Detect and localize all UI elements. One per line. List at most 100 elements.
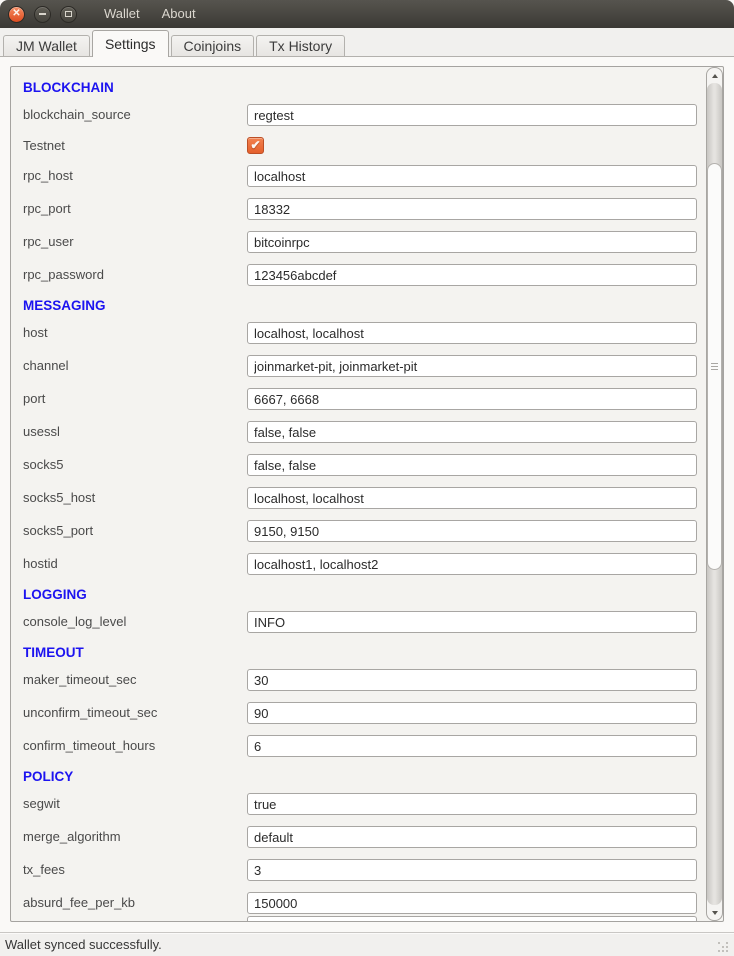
section-header-messaging: MESSAGING: [23, 297, 705, 314]
section-header-timeout: TIMEOUT: [23, 644, 705, 661]
window-controls: ✕: [8, 6, 86, 23]
field-label-tx_fees: tx_fees: [23, 859, 247, 881]
input-absurd_fee_per_kb[interactable]: [247, 892, 697, 914]
field-row-testnet: Testnet✔: [23, 137, 705, 154]
input-socks5_host[interactable]: [247, 487, 697, 509]
field-row-unconfirm_timeout_sec: unconfirm_timeout_sec: [23, 702, 705, 724]
partial-input-sliver: [247, 916, 697, 922]
menu-wallet[interactable]: Wallet: [104, 0, 140, 28]
field-label-port: port: [23, 388, 247, 410]
scrollbar-track[interactable]: [707, 83, 722, 905]
field-row-merge_algorithm: merge_algorithm: [23, 826, 705, 848]
field-row-usessl: usessl: [23, 421, 705, 443]
section-header-logging: LOGGING: [23, 586, 705, 603]
field-label-maker_timeout_sec: maker_timeout_sec: [23, 669, 247, 691]
field-row-rpc_user: rpc_user: [23, 231, 705, 253]
field-label-rpc_user: rpc_user: [23, 231, 247, 253]
input-hostid[interactable]: [247, 553, 697, 575]
titlebar: ✕ Wallet About: [0, 0, 734, 28]
field-row-segwit: segwit: [23, 793, 705, 815]
field-row-maker_timeout_sec: maker_timeout_sec: [23, 669, 705, 691]
minimize-button[interactable]: [34, 6, 51, 23]
field-label-usessl: usessl: [23, 421, 247, 443]
input-merge_algorithm[interactable]: [247, 826, 697, 848]
minimize-icon: [39, 13, 46, 15]
field-label-rpc_port: rpc_port: [23, 198, 247, 220]
arrow-down-icon: [712, 911, 718, 915]
input-blockchain_source[interactable]: [247, 104, 697, 126]
field-label-confirm_timeout_hours: confirm_timeout_hours: [23, 735, 247, 757]
field-row-tx_fees: tx_fees: [23, 859, 705, 881]
field-label-merge_algorithm: merge_algorithm: [23, 826, 247, 848]
field-row-rpc_host: rpc_host: [23, 165, 705, 187]
field-row-socks5: socks5: [23, 454, 705, 476]
section-header-blockchain: BLOCKCHAIN: [23, 79, 705, 96]
input-rpc_password[interactable]: [247, 264, 697, 286]
field-label-socks5_port: socks5_port: [23, 520, 247, 542]
field-row-rpc_port: rpc_port: [23, 198, 705, 220]
settings-form: BLOCKCHAIN blockchain_source Testnet✔ rpc_h…: [11, 67, 705, 921]
scroll-down-button[interactable]: [707, 905, 722, 920]
input-console_log_level[interactable]: [247, 611, 697, 633]
tab-bar: JM Wallet Settings Coinjoins Tx History: [0, 28, 734, 57]
scroll-up-button[interactable]: [707, 68, 722, 83]
scrollbar-thumb[interactable]: [707, 163, 722, 570]
input-port[interactable]: [247, 388, 697, 410]
input-socks5[interactable]: [247, 454, 697, 476]
input-socks5_port[interactable]: [247, 520, 697, 542]
field-row-channel: channel: [23, 355, 705, 377]
input-usessl[interactable]: [247, 421, 697, 443]
checkmark-icon: ✔: [250, 139, 260, 151]
field-label-rpc_password: rpc_password: [23, 264, 247, 286]
maximize-icon: [65, 11, 72, 17]
close-button[interactable]: ✕: [8, 6, 25, 23]
tab-settings[interactable]: Settings: [92, 30, 169, 57]
field-label-unconfirm_timeout_sec: unconfirm_timeout_sec: [23, 702, 247, 724]
field-row-socks5_port: socks5_port: [23, 520, 705, 542]
field-row-port: port: [23, 388, 705, 410]
field-row-hostid: hostid: [23, 553, 705, 575]
field-label-socks5_host: socks5_host: [23, 487, 247, 509]
checkbox-testnet[interactable]: ✔: [247, 137, 264, 154]
input-confirm_timeout_hours[interactable]: [247, 735, 697, 757]
field-label-testnet: Testnet: [23, 137, 247, 154]
resize-grip-icon[interactable]: [718, 942, 720, 944]
input-unconfirm_timeout_sec[interactable]: [247, 702, 697, 724]
maximize-button[interactable]: [60, 6, 77, 23]
field-row-absurd_fee_per_kb: absurd_fee_per_kb: [23, 892, 705, 914]
field-label-hostid: hostid: [23, 553, 247, 575]
field-label-console_log_level: console_log_level: [23, 611, 247, 633]
settings-scroll-area: BLOCKCHAIN blockchain_source Testnet✔ rpc_h…: [10, 66, 724, 922]
field-row-socks5_host: socks5_host: [23, 487, 705, 509]
field-label-rpc_host: rpc_host: [23, 165, 247, 187]
input-rpc_host[interactable]: [247, 165, 697, 187]
settings-pane: BLOCKCHAIN blockchain_source Testnet✔ rpc_h…: [0, 57, 734, 932]
tab-jm-wallet[interactable]: JM Wallet: [3, 35, 90, 56]
input-channel[interactable]: [247, 355, 697, 377]
field-label-socks5: socks5: [23, 454, 247, 476]
input-rpc_port[interactable]: [247, 198, 697, 220]
input-tx_fees[interactable]: [247, 859, 697, 881]
field-label-absurd_fee_per_kb: absurd_fee_per_kb: [23, 892, 247, 914]
input-rpc_user[interactable]: [247, 231, 697, 253]
section-header-policy: POLICY: [23, 768, 705, 785]
menu-about[interactable]: About: [162, 0, 196, 28]
thumb-grip-icon: [711, 363, 718, 371]
status-message: Wallet synced successfully.: [5, 937, 162, 952]
field-row-confirm_timeout_hours: confirm_timeout_hours: [23, 735, 705, 757]
input-segwit[interactable]: [247, 793, 697, 815]
field-row-rpc_password: rpc_password: [23, 264, 705, 286]
input-maker_timeout_sec[interactable]: [247, 669, 697, 691]
field-row-blockchain_source: blockchain_source: [23, 104, 705, 126]
field-label-segwit: segwit: [23, 793, 247, 815]
tab-tx-history[interactable]: Tx History: [256, 35, 345, 56]
tab-coinjoins[interactable]: Coinjoins: [171, 35, 255, 56]
field-row-host: host: [23, 322, 705, 344]
field-label-blockchain_source: blockchain_source: [23, 104, 247, 126]
field-row-console_log_level: console_log_level: [23, 611, 705, 633]
field-label-channel: channel: [23, 355, 247, 377]
arrow-up-icon: [712, 74, 718, 78]
app-window: ✕ Wallet About JM Wallet Settings Coinjo…: [0, 0, 734, 956]
input-host[interactable]: [247, 322, 697, 344]
vertical-scrollbar[interactable]: [706, 67, 723, 921]
